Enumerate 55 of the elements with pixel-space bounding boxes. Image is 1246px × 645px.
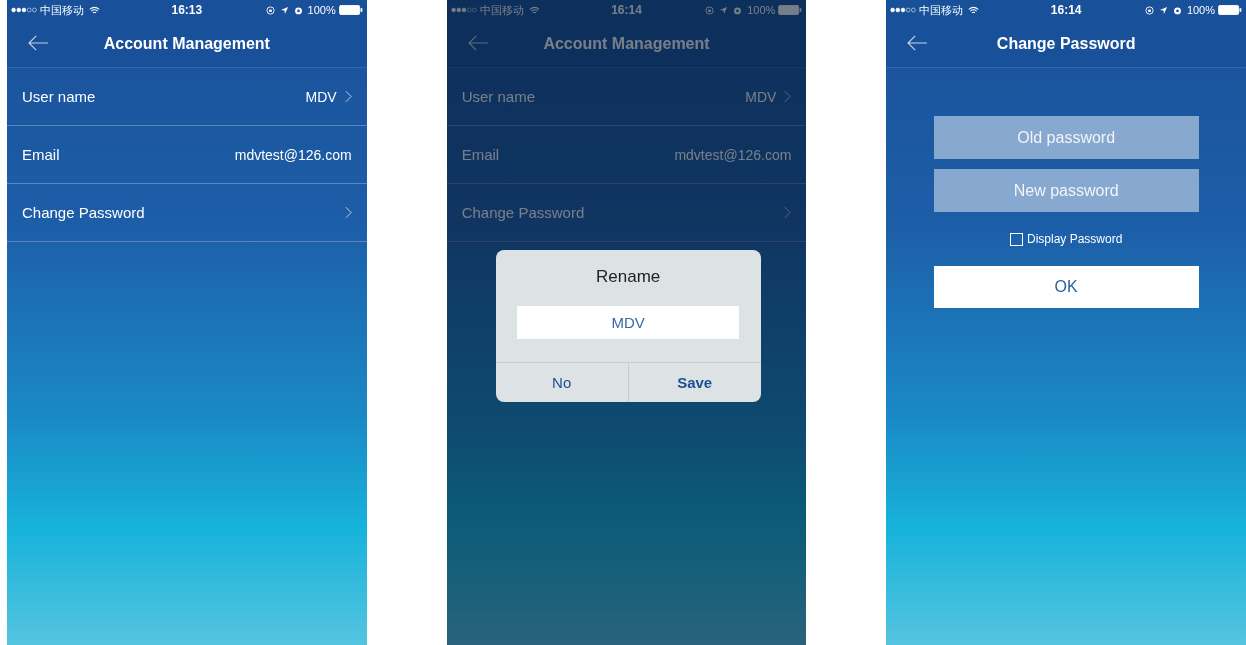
signal-icon [890,7,917,13]
alarm-icon [1172,5,1182,15]
row-label: Change Password [461,204,585,221]
row-label: Email [461,146,500,163]
ok-button[interactable]: OK [933,266,1199,308]
signal-icon [450,7,477,13]
row-value: mdvtest@126.com [234,146,352,163]
dialog-button[interactable]: No [495,363,628,402]
password-field[interactable]: New password [933,169,1199,212]
row-label: Email [22,146,60,163]
row-value: mdvtest@126.com [674,146,792,163]
wifi-icon [528,5,540,15]
status-time: 16:14 [611,3,642,17]
battery-percent: 100% [1186,4,1215,16]
settings-row[interactable]: User name MDV [446,68,807,126]
settings-row[interactable]: Change Password [7,184,367,242]
wifi-icon [89,5,100,15]
rotation-lock-icon [265,5,275,15]
screen-title: Account Management [103,34,270,53]
settings-row[interactable]: User name MDV [7,68,367,126]
location-icon [719,5,729,15]
carrier-name: 中国移动 [479,2,524,18]
checkbox-label: Display Password [1027,232,1123,246]
battery-icon [778,5,803,15]
alarm-icon [293,5,303,15]
settings-row[interactable]: Email mdvtest@126.com [7,126,367,184]
battery-percent: 100% [747,4,776,16]
carrier-name: 中国移动 [919,2,964,18]
dialog-title: Rename [596,267,661,287]
carrier-name: 中国移动 [40,2,84,18]
rotation-lock-icon [705,5,715,15]
status-time: 16:14 [1050,3,1082,17]
checkbox[interactable] [1010,232,1023,246]
row-label: User name [22,88,96,105]
rotation-lock-icon [1144,5,1154,15]
battery-percent: 100% [307,4,336,16]
location-icon [279,5,289,15]
back-arrow-icon[interactable] [906,34,929,52]
battery-icon [1218,5,1242,15]
status-time: 16:13 [171,3,203,17]
alarm-icon [733,5,743,15]
row-label: Change Password [22,204,145,221]
name-field[interactable]: MDV [517,306,740,339]
wifi-icon [968,5,980,15]
row-value: MDV [745,88,777,105]
back-arrow-icon[interactable] [27,34,49,52]
dialog-button[interactable]: Save [627,363,761,402]
row-label: User name [461,88,536,105]
battery-icon [338,5,363,15]
password-field[interactable]: Old password [933,116,1199,159]
row-value: MDV [305,88,337,105]
screen-title: Change Password [996,34,1136,53]
signal-icon [11,7,37,13]
screen-title: Account Management [543,34,710,53]
location-icon [1158,5,1168,15]
